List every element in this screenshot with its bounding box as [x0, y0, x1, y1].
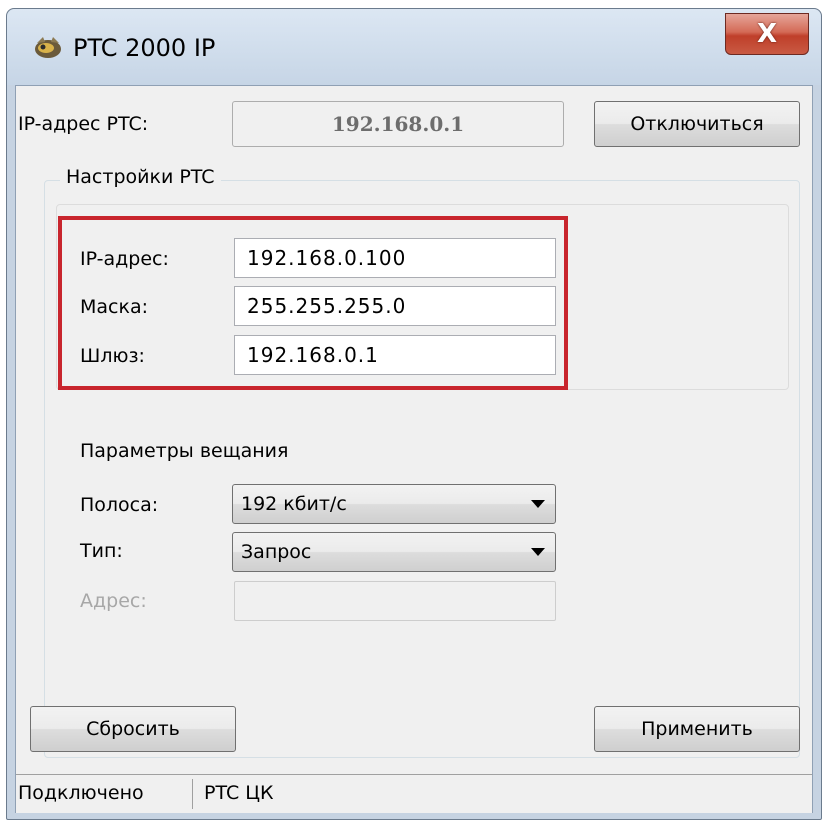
type-select[interactable]: Запрос	[232, 532, 556, 572]
dialog-body: IP-адрес PTC: 192.168.0.1 Отключиться На…	[15, 85, 813, 813]
app-logo-icon	[35, 37, 61, 58]
chevron-down-icon	[531, 548, 545, 556]
type-select-value: Запрос	[241, 541, 312, 563]
window-title: PTC 2000 IP	[73, 34, 216, 62]
connected-ip-label: IP-адрес PTC:	[18, 113, 149, 135]
settings-group-title: Настройки PTC	[60, 166, 221, 188]
status-center: PTC ЦК	[204, 782, 274, 804]
mask-field[interactable]: 255.255.255.0	[234, 286, 556, 326]
band-label: Полоса:	[80, 494, 159, 516]
disconnect-button[interactable]: Отключиться	[594, 101, 800, 147]
band-select[interactable]: 192 кбит/с	[232, 484, 556, 524]
mask-label: Маска:	[80, 296, 149, 318]
chevron-down-icon	[531, 500, 545, 508]
reset-button[interactable]: Сбросить	[30, 706, 236, 752]
apply-button[interactable]: Применить	[594, 706, 800, 752]
status-divider	[192, 779, 193, 809]
title-bar[interactable]: PTC 2000 IP X	[7, 9, 821, 85]
close-button[interactable]: X	[725, 13, 809, 55]
close-icon: X	[756, 19, 778, 49]
gateway-label: Шлюз:	[80, 345, 145, 367]
ip-address-label: IP-адрес:	[80, 248, 169, 270]
band-select-value: 192 кбит/с	[241, 493, 347, 515]
app-window: PTC 2000 IP X IP-адрес PTC: 192.168.0.1 …	[6, 8, 822, 820]
connected-ip-display: 192.168.0.1	[232, 101, 564, 147]
gateway-field[interactable]: 192.168.0.1	[234, 335, 556, 375]
status-bar: Подключено PTC ЦК	[16, 774, 812, 813]
type-label: Тип:	[80, 540, 123, 562]
address-field	[234, 581, 556, 621]
ip-address-field[interactable]: 192.168.0.100	[234, 238, 556, 278]
status-connection: Подключено	[18, 782, 144, 804]
broadcast-section-title: Параметры вещания	[80, 440, 289, 462]
address-label: Адрес:	[80, 590, 147, 612]
